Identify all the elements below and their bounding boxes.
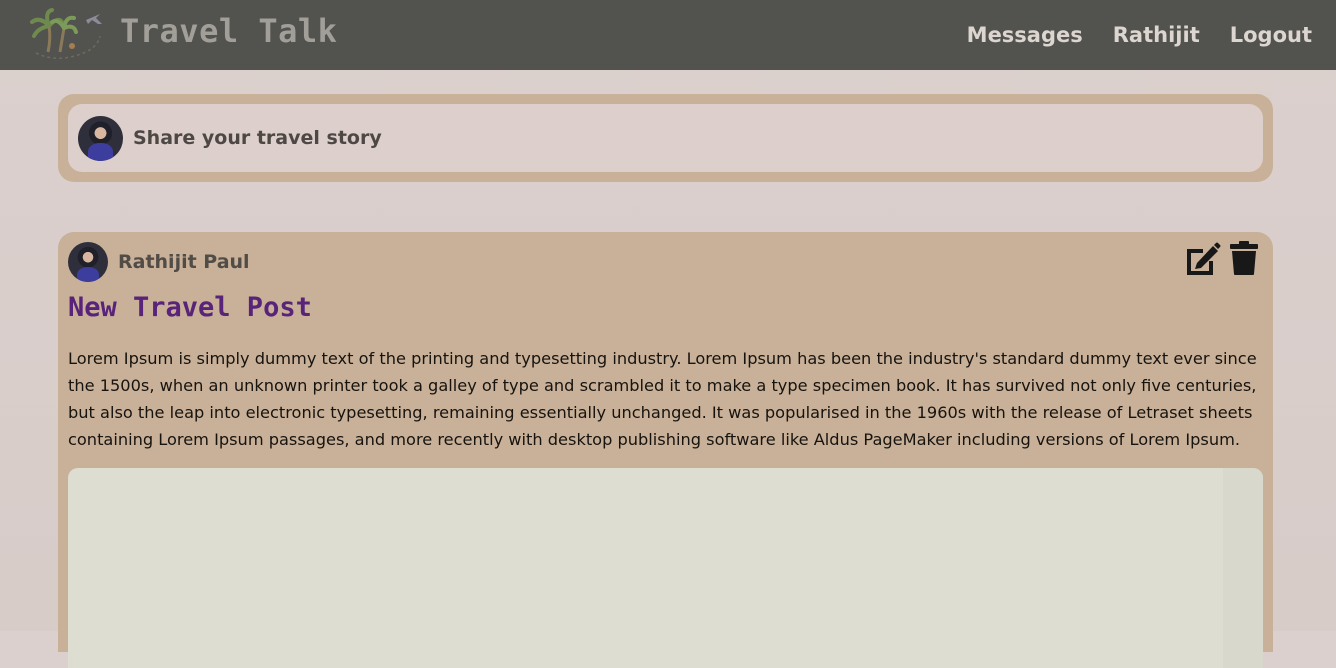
image-scroll-strip (1223, 468, 1263, 668)
post-author-name[interactable]: Rathijit Paul (118, 251, 250, 273)
brand-title[interactable]: Travel Talk (120, 12, 337, 50)
composer-card: Share your travel story (58, 94, 1273, 182)
nav-profile-link[interactable]: Rathijit (1113, 23, 1200, 47)
post-title[interactable]: New Travel Post (68, 292, 312, 323)
nav-logout-link[interactable]: Logout (1230, 23, 1312, 47)
avatar (78, 115, 123, 161)
trash-icon[interactable] (1229, 240, 1259, 276)
post-body-text: Lorem Ipsum is simply dummy text of the … (68, 349, 1257, 449)
edit-icon[interactable] (1183, 241, 1221, 277)
top-navigation-bar: Travel Talk Messages Rathijit Logout (0, 0, 1336, 70)
post-header: Rathijit Paul (68, 242, 250, 282)
post-image[interactable] (68, 468, 1263, 668)
author-avatar[interactable] (68, 242, 108, 282)
nav-links: Messages Rathijit Logout (967, 0, 1312, 70)
nav-messages-link[interactable]: Messages (967, 23, 1083, 47)
palm-tree-airplane-logo[interactable] (28, 6, 104, 62)
share-story-input[interactable]: Share your travel story (68, 104, 1263, 172)
share-story-prompt: Share your travel story (133, 127, 382, 149)
post-card: Rathijit Paul New Travel Post Lorem Ipsu… (58, 232, 1273, 668)
